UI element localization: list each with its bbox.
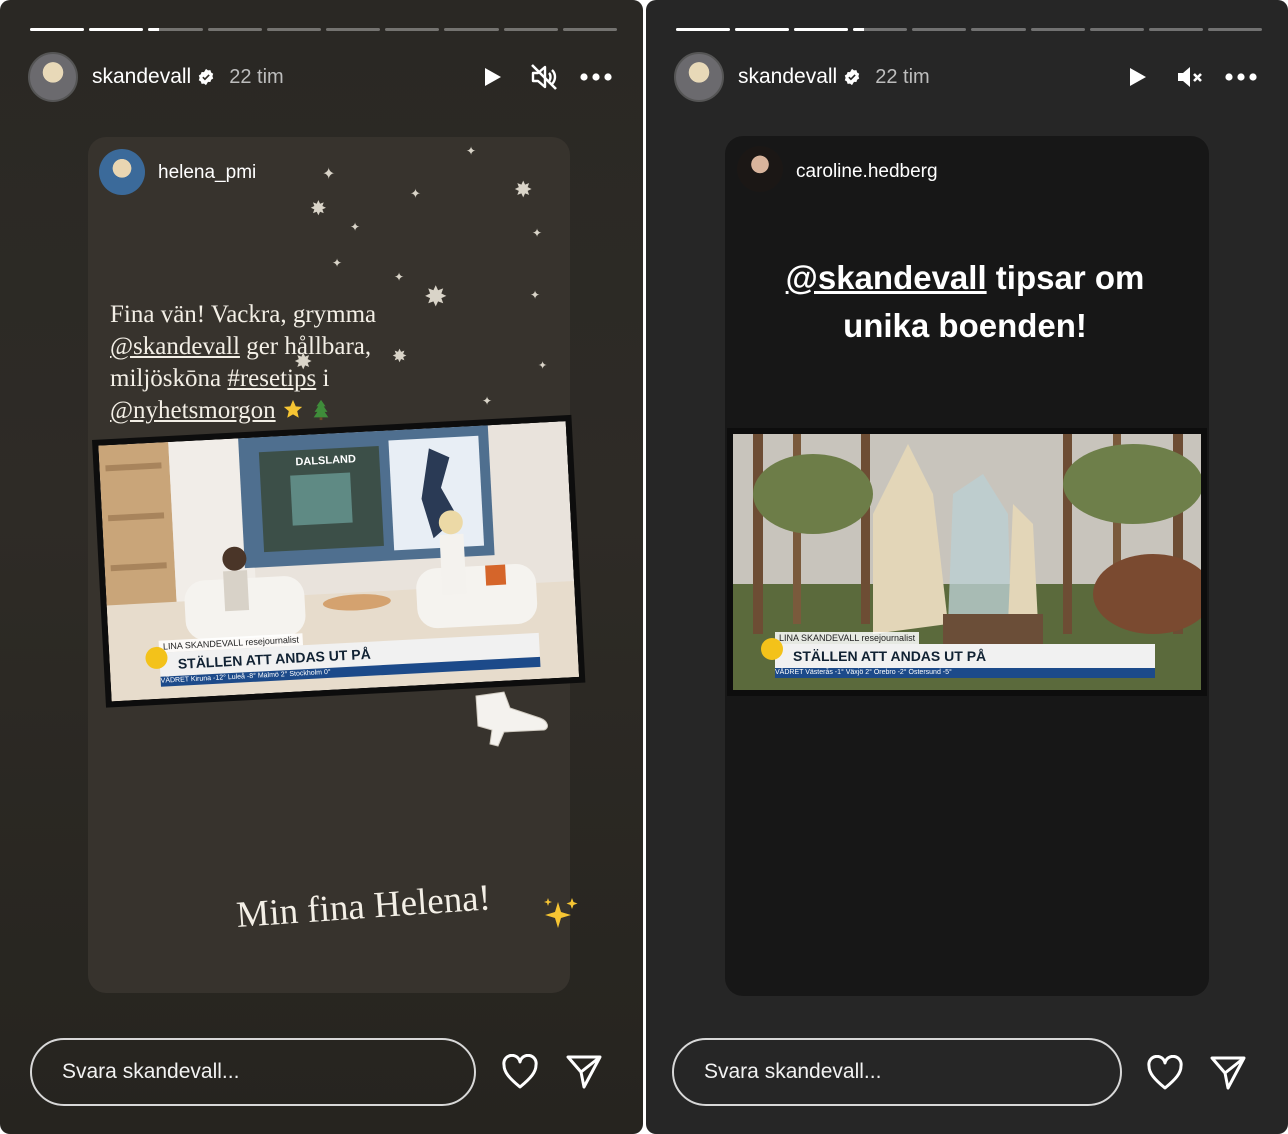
- tv-photo: DALSLAND LINA SKANDEVALL resejournalist …: [92, 414, 586, 708]
- progress-segment: [562, 28, 618, 31]
- caption-line: ger hållbara,: [239, 333, 372, 360]
- sparkle-sticker: ✦: [466, 144, 477, 158]
- progress-segment: [735, 28, 790, 31]
- headline-text: unika boenden!: [843, 307, 1087, 344]
- mention-link[interactable]: @skandevall: [110, 333, 240, 360]
- progress-fill: [89, 28, 144, 31]
- sparkle-sticker: ✦: [410, 186, 421, 201]
- progress-segment: [266, 28, 322, 31]
- progress-segment: [444, 28, 499, 31]
- post-time: 22 tim: [875, 65, 930, 88]
- sparkle-sticker: ✦: [394, 270, 405, 284]
- progress-fill: [676, 28, 731, 31]
- play-icon[interactable]: [475, 60, 509, 94]
- more-icon[interactable]: [1224, 60, 1258, 94]
- lower-third-name: LINA SKANDEVALL resejournalist: [775, 632, 920, 644]
- hashtag-link[interactable]: #resetips: [227, 365, 316, 392]
- story-viewer-right[interactable]: skandevall 22 tim caroline.hedberg @skan…: [646, 0, 1288, 1134]
- progress-segment: [326, 28, 381, 31]
- sparkle-sticker: ✦: [350, 220, 361, 234]
- mention-link[interactable]: @nyhetsmorgon: [110, 397, 276, 424]
- progress-segment: [912, 28, 967, 31]
- progress-fill: [794, 28, 849, 31]
- reshared-username[interactable]: caroline.hedberg: [796, 161, 938, 183]
- star-emoji-icon: [283, 399, 303, 418]
- reshared-caption: Fina vän! Vackra, grymma @skandevall ger…: [110, 299, 440, 427]
- sparkle-sticker: ✸: [310, 198, 327, 220]
- play-icon[interactable]: [1120, 60, 1154, 94]
- username[interactable]: skandevall: [738, 65, 837, 89]
- progress-segment: [1030, 28, 1085, 31]
- progress-segment: [1148, 28, 1203, 31]
- progress-segment: [89, 28, 144, 31]
- progress-segment: [148, 28, 203, 31]
- tv-lower-third: LINA SKANDEVALL resejournalist STÄLLEN A…: [761, 632, 1155, 678]
- mention-link[interactable]: @skandevall: [786, 259, 987, 296]
- send-icon[interactable]: [564, 1052, 604, 1092]
- reply-placeholder: Svara skandevall...: [704, 1060, 882, 1083]
- verified-badge-icon: [845, 68, 860, 86]
- caption-line: i: [316, 365, 330, 392]
- progress-fill: [148, 28, 160, 31]
- reply-input[interactable]: Svara skandevall...: [30, 1038, 476, 1106]
- sparkle-sticker: ✦: [530, 288, 541, 302]
- white-boot-sticker: [475, 691, 548, 747]
- reply-input[interactable]: Svara skandevall...: [672, 1038, 1122, 1106]
- avatar[interactable]: [674, 52, 724, 102]
- caption-line: miljöskōna: [110, 365, 228, 392]
- progress-segment: [794, 28, 849, 31]
- caption-line: Fina vän! Vackra, grymma: [110, 301, 377, 328]
- story-header: skandevall 22 tim: [674, 52, 1258, 102]
- heart-icon[interactable]: [1145, 1053, 1185, 1093]
- progress-segment: [676, 28, 731, 31]
- muted-speaker-icon[interactable]: [527, 60, 561, 94]
- progress-segment: [1207, 28, 1262, 31]
- sparkle-sticker: ✦: [332, 256, 343, 270]
- story-viewer-left[interactable]: skandevall 22 tim helena_pmi ✦ ✦ ✸ ✦ ✸ ✦…: [0, 0, 643, 1134]
- sparkle-sticker: ✦: [322, 166, 336, 183]
- muted-speaker-icon[interactable]: [1172, 60, 1206, 94]
- reply-placeholder: Svara skandevall...: [62, 1060, 240, 1083]
- tv-screen: LINA SKANDEVALL resejournalist STÄLLEN A…: [733, 434, 1201, 690]
- post-time: 22 tim: [229, 65, 284, 88]
- progress-segment: [30, 28, 85, 31]
- story-header: skandevall 22 tim: [28, 52, 613, 102]
- username[interactable]: skandevall: [92, 65, 191, 89]
- verified-badge-icon: [199, 68, 214, 86]
- headline-text: tipsar om: [986, 259, 1145, 296]
- reshared-username[interactable]: helena_pmi: [158, 162, 256, 184]
- lower-third-weather: VÄDRET Västerås -1° Växjö 2° Örebro -2° …: [775, 668, 1155, 678]
- progress-segment: [971, 28, 1026, 31]
- lower-third-title: STÄLLEN ATT ANDAS UT PÅ: [775, 644, 1155, 668]
- sparkle-sticker: ✦: [482, 394, 493, 408]
- story-progress-bar: [30, 28, 618, 31]
- avatar[interactable]: [28, 52, 78, 102]
- progress-segment: [385, 28, 440, 31]
- christmas-tree-emoji-icon: [313, 399, 329, 421]
- progress-segment: [1089, 28, 1144, 31]
- send-icon[interactable]: [1208, 1053, 1248, 1093]
- tv-photo: LINA SKANDEVALL resejournalist STÄLLEN A…: [727, 428, 1207, 696]
- progress-segment: [503, 28, 558, 31]
- sparkle-sticker: ✸: [514, 177, 533, 202]
- progress-fill: [853, 28, 865, 31]
- sparkle-sticker: ✦: [532, 226, 543, 240]
- heart-icon[interactable]: [500, 1052, 540, 1092]
- reshared-user-avatar[interactable]: [99, 149, 145, 195]
- weather-sun-icon: [761, 638, 783, 660]
- reshared-user-avatar[interactable]: [737, 146, 783, 192]
- sparkles-emoji-icon: [544, 898, 578, 928]
- tv-screen: DALSLAND LINA SKANDEVALL resejournalist …: [98, 421, 580, 702]
- story-headline: @skandevall tipsar om unika boenden!: [740, 254, 1190, 350]
- sparkle-sticker: ✦: [538, 360, 548, 372]
- progress-fill: [735, 28, 790, 31]
- progress-segment: [207, 28, 262, 31]
- progress-segment: [853, 28, 908, 31]
- more-icon[interactable]: [579, 60, 613, 94]
- story-progress-bar: [676, 28, 1262, 31]
- progress-fill: [30, 28, 85, 31]
